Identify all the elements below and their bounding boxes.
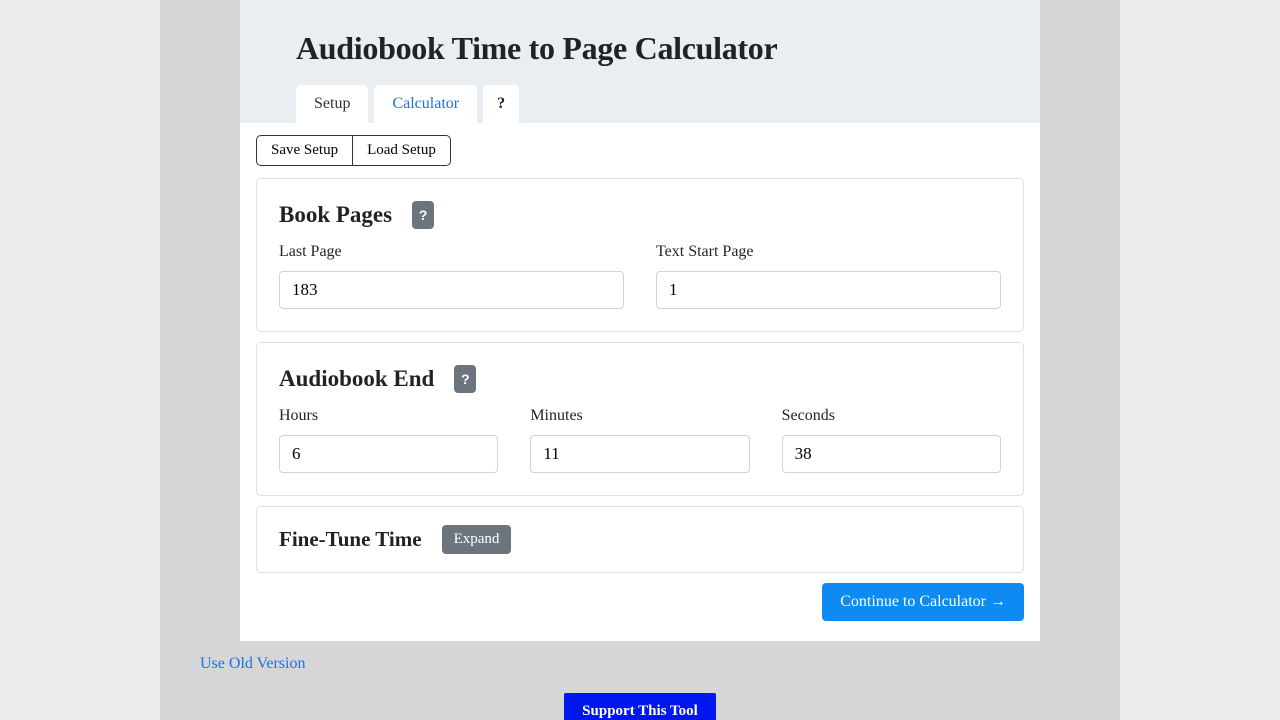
hours-label: Hours	[279, 407, 498, 425]
minutes-label: Minutes	[530, 407, 749, 425]
last-page-field: Last Page	[279, 243, 624, 309]
toolbar: Save Setup Load Setup	[256, 135, 1024, 166]
help-icon[interactable]: ?	[454, 365, 476, 393]
text-start-input[interactable]	[656, 271, 1001, 309]
tab-calculator[interactable]: Calculator	[374, 85, 477, 123]
audiobook-end-title: Audiobook End	[279, 366, 434, 392]
save-setup-button[interactable]: Save Setup	[256, 135, 353, 166]
text-start-label: Text Start Page	[656, 243, 1001, 261]
hours-field: Hours	[279, 407, 498, 473]
body-area: Save Setup Load Setup Book Pages ? Last …	[240, 123, 1040, 641]
continue-button[interactable]: Continue to Calculator →	[822, 583, 1024, 621]
audiobook-end-panel: Audiobook End ? Hours Minutes Seconds	[256, 342, 1024, 496]
help-icon[interactable]: ?	[412, 201, 434, 229]
minutes-field: Minutes	[530, 407, 749, 473]
seconds-label: Seconds	[782, 407, 1001, 425]
tab-setup[interactable]: Setup	[296, 85, 368, 123]
fine-tune-header: Fine-Tune Time Expand	[279, 525, 1001, 554]
main-card: Audiobook Time to Page Calculator Setup …	[240, 0, 1040, 641]
book-pages-header: Book Pages ?	[279, 201, 1001, 229]
old-version-link[interactable]: Use Old Version	[200, 655, 305, 673]
page-title: Audiobook Time to Page Calculator	[296, 30, 984, 67]
last-page-label: Last Page	[279, 243, 624, 261]
fine-tune-panel: Fine-Tune Time Expand	[256, 506, 1024, 573]
tab-bar: Setup Calculator ?	[296, 85, 984, 123]
hours-input[interactable]	[279, 435, 498, 473]
fine-tune-title: Fine-Tune Time	[279, 527, 422, 552]
tab-help[interactable]: ?	[483, 85, 519, 123]
last-page-input[interactable]	[279, 271, 624, 309]
text-start-field: Text Start Page	[656, 243, 1001, 309]
header-area: Audiobook Time to Page Calculator Setup …	[240, 0, 1040, 123]
seconds-input[interactable]	[782, 435, 1001, 473]
book-pages-title: Book Pages	[279, 202, 392, 228]
audiobook-end-header: Audiobook End ?	[279, 365, 1001, 393]
book-pages-panel: Book Pages ? Last Page Text Start Page	[256, 178, 1024, 332]
support-wrap: Support This Tool	[200, 693, 1080, 720]
support-button[interactable]: Support This Tool	[564, 693, 716, 720]
seconds-field: Seconds	[782, 407, 1001, 473]
expand-button[interactable]: Expand	[442, 525, 512, 554]
load-setup-button[interactable]: Load Setup	[353, 135, 451, 166]
minutes-input[interactable]	[530, 435, 749, 473]
page-outer: Audiobook Time to Page Calculator Setup …	[160, 0, 1120, 720]
book-pages-row: Last Page Text Start Page	[279, 243, 1001, 309]
continue-row: Continue to Calculator →	[256, 583, 1024, 621]
audiobook-end-row: Hours Minutes Seconds	[279, 407, 1001, 473]
